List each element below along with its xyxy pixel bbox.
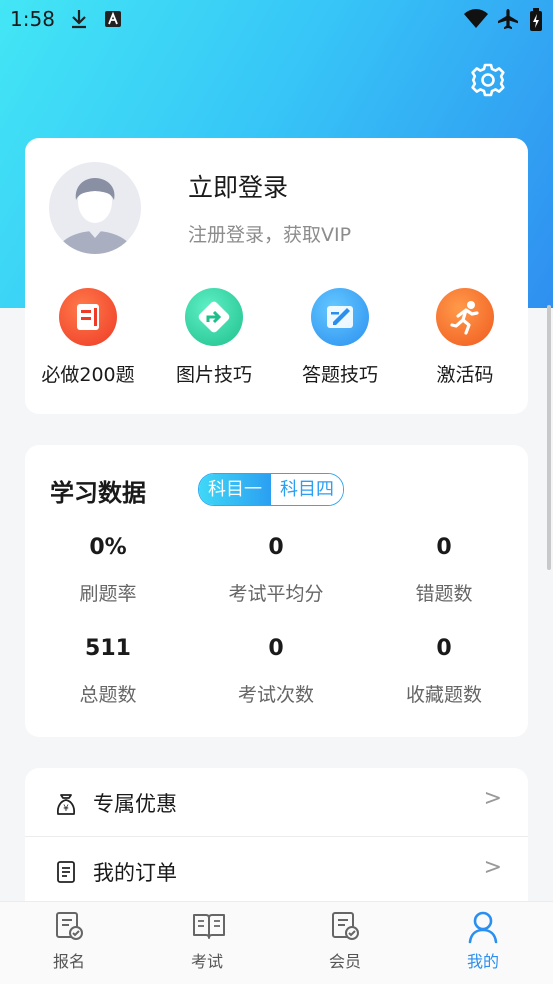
quick-action-activation-code[interactable]: 激活码 <box>400 288 530 387</box>
tab-label: 我的 <box>466 952 499 971</box>
quick-action-image-tips[interactable]: 图片技巧 <box>149 288 279 387</box>
airplane-icon <box>498 9 518 30</box>
menu-item-label: 我的订单 <box>93 861 177 885</box>
stat-value: 0 <box>436 535 452 560</box>
default-avatar-icon <box>55 178 135 254</box>
stat-label: 错题数 <box>415 583 473 605</box>
gear-icon[interactable] <box>470 62 506 98</box>
book-icon <box>193 914 225 939</box>
quick-action-label: 激活码 <box>436 364 494 386</box>
direction-sign-icon <box>185 288 243 346</box>
profile-card: 立即登录 注册登录，获取VIP 必做200题 图片技巧 答题技巧 激活码 <box>25 138 528 414</box>
quick-action-label: 图片技巧 <box>175 364 252 386</box>
battery-icon <box>530 8 542 31</box>
stat-exam-count: 0 考试次数 <box>196 636 356 707</box>
avatar[interactable] <box>49 162 141 254</box>
subject-switch[interactable]: 科目一 科目四 <box>198 473 344 506</box>
running-man-icon <box>436 288 494 346</box>
login-subtitle: 注册登录，获取VIP <box>188 224 352 246</box>
person-icon <box>468 911 498 944</box>
tab-mine[interactable]: 我的 <box>414 902 552 984</box>
stat-wrong-count[interactable]: 0 错题数 <box>364 535 524 606</box>
scrollbar[interactable] <box>547 305 551 570</box>
menu-item-orders[interactable]: 我的订单 > <box>25 837 528 905</box>
quick-action-label: 必做200题 <box>41 364 135 386</box>
chevron-right-icon: > <box>483 855 502 880</box>
stat-practice-rate: 0% 刷题率 <box>28 535 188 606</box>
tab-label: 考试 <box>190 952 223 971</box>
member-doc-icon <box>332 912 359 940</box>
menu-item-offers[interactable]: ¥ 专属优惠 > <box>25 768 528 836</box>
tab-label: 会员 <box>328 952 361 971</box>
tab-label: 报名 <box>52 952 85 971</box>
bottom-tab-bar: 报名 考试 会员 我的 <box>0 901 553 984</box>
stat-value: 0% <box>89 535 127 560</box>
app-notification-icon <box>105 11 121 27</box>
chevron-right-icon: > <box>483 786 502 811</box>
money-bag-icon: ¥ <box>56 794 76 815</box>
stat-value: 511 <box>85 636 131 661</box>
menu-item-label: 专属优惠 <box>93 792 177 816</box>
subject-tab-1[interactable]: 科目一 <box>199 474 271 505</box>
tab-member[interactable]: 会员 <box>276 902 414 984</box>
quick-action-label: 答题技巧 <box>301 364 378 386</box>
stat-label: 刷题率 <box>79 583 137 605</box>
quick-action-answer-tips[interactable]: 答题技巧 <box>275 288 405 387</box>
status-bar: 1:58 <box>0 0 553 38</box>
order-list-icon <box>57 861 75 883</box>
stat-label: 考试次数 <box>237 684 314 706</box>
stat-average-score: 0 考试平均分 <box>196 535 356 606</box>
study-data-card: 学习数据 科目一 科目四 0% 刷题率 0 考试平均分 0 错题数 511 总题… <box>25 445 528 737</box>
stat-favorites[interactable]: 0 收藏题数 <box>364 636 524 707</box>
tab-exam[interactable]: 考试 <box>138 902 276 984</box>
stat-value: 0 <box>268 535 284 560</box>
subject-tab-4[interactable]: 科目四 <box>271 474 343 505</box>
signup-doc-icon <box>56 912 83 940</box>
status-time: 1:58 <box>10 7 55 31</box>
stat-label: 考试平均分 <box>228 583 324 605</box>
svg-text:¥: ¥ <box>63 804 69 814</box>
quick-action-must-do[interactable]: 必做200题 <box>23 288 153 387</box>
document-icon <box>59 288 117 346</box>
tab-signup[interactable]: 报名 <box>0 902 138 984</box>
stat-value: 0 <box>436 636 452 661</box>
study-data-title: 学习数据 <box>50 479 146 507</box>
edit-note-icon <box>311 288 369 346</box>
wifi-icon <box>464 9 488 28</box>
menu-card: ¥ 专属优惠 > 我的订单 > <box>25 768 528 908</box>
login-title[interactable]: 立即登录 <box>188 168 288 204</box>
download-icon <box>72 10 86 29</box>
stat-value: 0 <box>268 636 284 661</box>
stat-label: 总题数 <box>79 684 137 706</box>
stat-total-questions: 511 总题数 <box>28 636 188 707</box>
stat-label: 收藏题数 <box>405 684 482 706</box>
